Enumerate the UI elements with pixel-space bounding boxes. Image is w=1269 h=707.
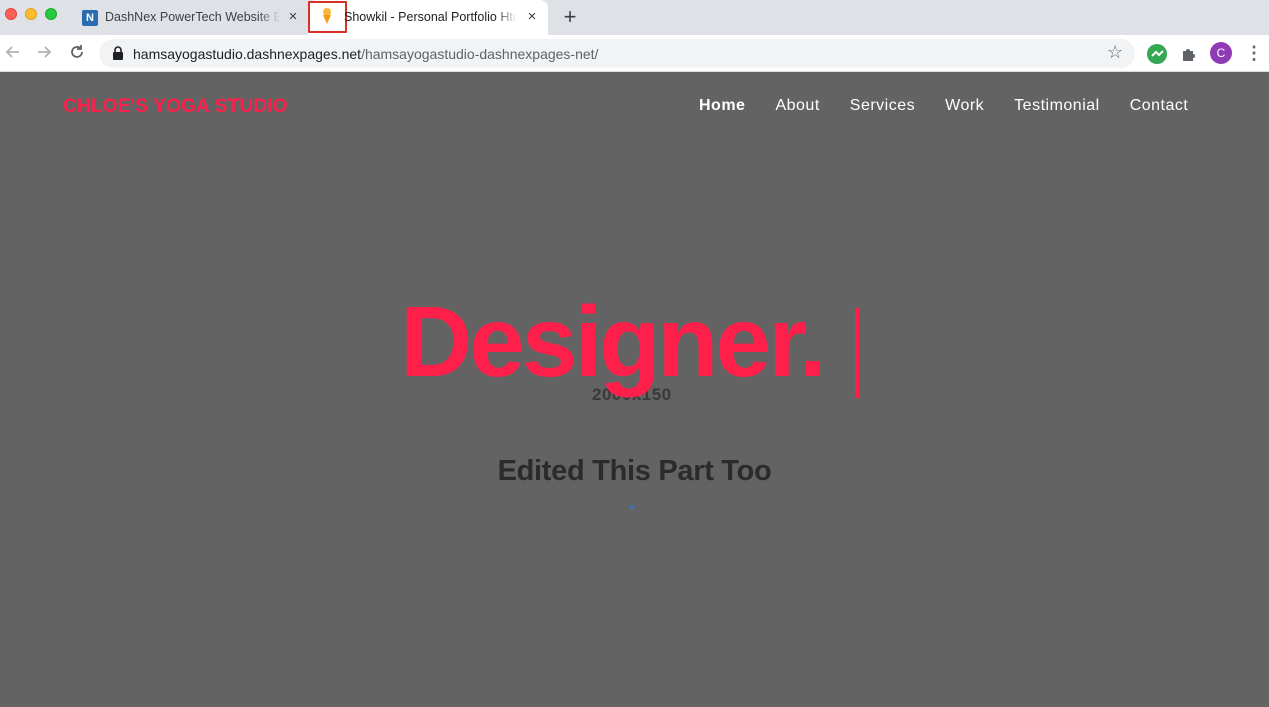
typing-cursor [855, 308, 859, 398]
nav-testimonial[interactable]: Testimonial [1014, 97, 1100, 115]
reload-icon [71, 45, 83, 58]
minimize-window-button[interactable] [25, 8, 37, 20]
site-logo[interactable]: CHLOE'S YOGA STUDIO [63, 96, 288, 118]
nav-about[interactable]: About [775, 97, 819, 115]
tab-showkil[interactable]: Showkil - Personal Portfolio Html Templa… [308, 0, 548, 35]
maximize-window-button[interactable] [45, 8, 57, 20]
extension-green-icon[interactable] [1147, 44, 1167, 64]
url-text: hamsayogastudio.dashnexpages.net/hamsayo… [133, 46, 598, 62]
lock-icon [112, 46, 124, 65]
nav-work[interactable]: Work [945, 97, 984, 115]
hero-subheading: Edited This Part Too [497, 455, 772, 487]
bookmark-star-icon[interactable]: ☆ [1107, 42, 1123, 63]
url-host: hamsayogastudio.dashnexpages.net [133, 46, 362, 62]
reload-button[interactable] [66, 43, 88, 65]
tab-close-button[interactable]: × [524, 9, 540, 25]
browser-menu-icon[interactable]: ⋮ [1245, 43, 1263, 63]
tab-close-button[interactable]: × [285, 9, 301, 25]
tab-title: Showkil - Personal Portfolio Html Templa… [344, 10, 516, 24]
extensions-puzzle-icon[interactable] [1179, 44, 1199, 64]
browser-tab-strip: N DashNex PowerTech Website Builder × Sh… [0, 0, 1269, 35]
tab-dashnex[interactable]: N DashNex PowerTech Website Builder × [72, 0, 308, 35]
back-button[interactable] [2, 43, 24, 65]
close-window-button[interactable] [5, 8, 17, 20]
scroll-indicator [629, 505, 635, 509]
url-path: /hamsayogastudio-dashnexpages-net/ [361, 46, 599, 62]
nav-services[interactable]: Services [850, 97, 915, 115]
dashnex-icon: N [82, 10, 98, 26]
browser-toolbar: hamsayogastudio.dashnexpages.net/hamsayo… [0, 35, 1269, 72]
nav-home[interactable]: Home [699, 97, 745, 115]
main-nav: Home About Services Work Testimonial Con… [699, 97, 1188, 115]
tab-title: DashNex PowerTech Website Builder [105, 10, 280, 24]
address-bar[interactable]: hamsayogastudio.dashnexpages.net/hamsayo… [99, 39, 1135, 68]
nav-contact[interactable]: Contact [1130, 97, 1189, 115]
profile-avatar[interactable]: C [1210, 42, 1232, 64]
new-tab-button[interactable]: + [560, 6, 580, 28]
arrow-right-icon [38, 46, 52, 58]
forward-button[interactable] [33, 43, 55, 65]
arrow-left-icon [5, 46, 19, 58]
page-viewport: CHLOE'S YOGA STUDIO Home About Services … [0, 72, 1269, 707]
ice-cream-icon [320, 7, 334, 30]
hero-typed-word: Designer. [400, 286, 826, 398]
